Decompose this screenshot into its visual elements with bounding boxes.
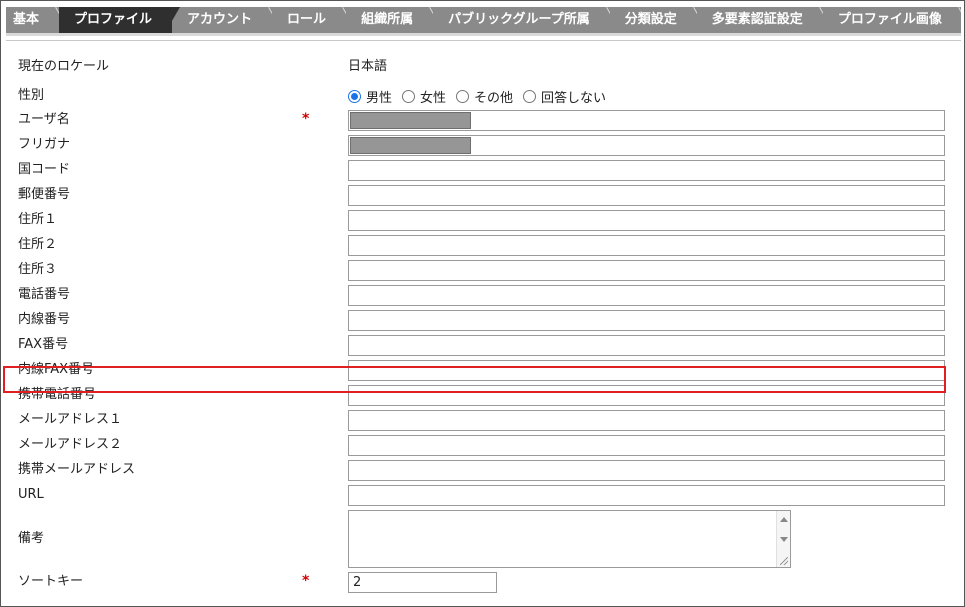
sortkey-required-mark: * — [302, 573, 310, 589]
radio-button-icon[interactable] — [402, 90, 416, 103]
tab-6[interactable]: 分類設定 — [609, 7, 697, 33]
tab-bar: 基本 プロファイル アカウント ロール 組織所属 パブリックグループ所属 分類設定 多要素認証… — [6, 7, 961, 33]
field-label: メールアドレス２ — [18, 437, 123, 452]
gender-option-0[interactable]: 男性 — [348, 87, 392, 106]
text-input[interactable] — [348, 435, 945, 456]
field-label: 電話番号 — [18, 287, 71, 302]
gender-option-label: 男性 — [366, 91, 393, 106]
field-label: 携帯電話番号 — [18, 387, 97, 402]
text-input[interactable] — [348, 185, 945, 206]
field-label: 携帯メールアドレス — [18, 462, 136, 477]
field-label: 住所１ — [18, 212, 58, 227]
tab-bar-underline — [6, 33, 961, 36]
gender-option-label: その他 — [474, 91, 514, 106]
text-input[interactable] — [348, 260, 945, 281]
profile-form: 現在のロケール 日本語 性別 男性 女性 その他 回答しない ユーザ名 * フリガナ国コー… — [6, 40, 961, 605]
remarks-textarea[interactable] — [348, 510, 791, 568]
remarks-label: 備考 — [18, 531, 45, 546]
radio-button-icon[interactable] — [523, 90, 537, 103]
scroll-down-arrow-icon[interactable] — [780, 537, 788, 542]
sortkey-input[interactable]: 2 — [348, 572, 497, 593]
text-input[interactable] — [348, 335, 945, 356]
sortkey-label: ソートキー — [18, 574, 84, 589]
tab-2[interactable]: アカウント — [172, 7, 273, 33]
gender-option-1[interactable]: 女性 — [402, 87, 446, 106]
locale-label: 現在のロケール — [18, 59, 110, 74]
field-label: FAX番号 — [18, 337, 69, 352]
field-label: 住所２ — [18, 237, 58, 252]
text-input[interactable] — [348, 310, 945, 331]
tab-5[interactable]: パブリックグループ所属 — [433, 7, 610, 33]
gender-option-label: 女性 — [420, 91, 447, 106]
field-label: ユーザ名 — [18, 112, 70, 127]
text-input[interactable] — [348, 135, 945, 156]
tab-3[interactable]: ロール — [272, 7, 347, 33]
gender-option-2[interactable]: その他 — [456, 87, 513, 106]
text-input[interactable] — [348, 110, 945, 131]
scroll-up-arrow-icon[interactable] — [780, 517, 788, 522]
field-label: 内線番号 — [18, 312, 71, 327]
text-input[interactable] — [348, 460, 945, 481]
text-input[interactable] — [348, 235, 945, 256]
tab-4[interactable]: 組織所属 — [346, 7, 434, 33]
field-label: 郵便番号 — [18, 187, 71, 202]
radio-button-icon[interactable] — [348, 90, 361, 103]
field-label: URL — [18, 487, 44, 502]
locale-value: 日本語 — [348, 59, 388, 74]
field-label: 国コード — [18, 162, 71, 177]
field-label: 内線FAX番号 — [18, 362, 95, 377]
text-input[interactable] — [348, 160, 945, 181]
required-mark: * — [302, 111, 310, 127]
resize-grip-icon[interactable] — [780, 557, 788, 565]
tab-8[interactable]: プロファイル画像 — [822, 7, 961, 33]
redacted-value — [350, 137, 471, 154]
text-input[interactable] — [348, 385, 945, 406]
text-input[interactable] — [348, 485, 945, 506]
text-input[interactable] — [348, 410, 945, 431]
gender-option-label: 回答しない — [541, 91, 607, 106]
redacted-value — [350, 112, 471, 129]
text-input[interactable] — [348, 360, 945, 381]
tab-1[interactable]: プロファイル — [59, 7, 181, 33]
text-input[interactable] — [348, 285, 945, 306]
gender-radio-group: 男性 女性 その他 回答しない — [348, 87, 606, 106]
text-input[interactable] — [348, 210, 945, 231]
field-label: 住所３ — [18, 262, 58, 277]
radio-button-icon[interactable] — [456, 90, 470, 103]
gender-label: 性別 — [18, 88, 45, 103]
tab-0[interactable]: 基本 — [6, 7, 60, 33]
field-label: メールアドレス１ — [18, 412, 123, 427]
tab-7[interactable]: 多要素認証設定 — [696, 7, 823, 33]
gender-option-3[interactable]: 回答しない — [523, 87, 606, 106]
field-label: フリガナ — [18, 137, 71, 152]
